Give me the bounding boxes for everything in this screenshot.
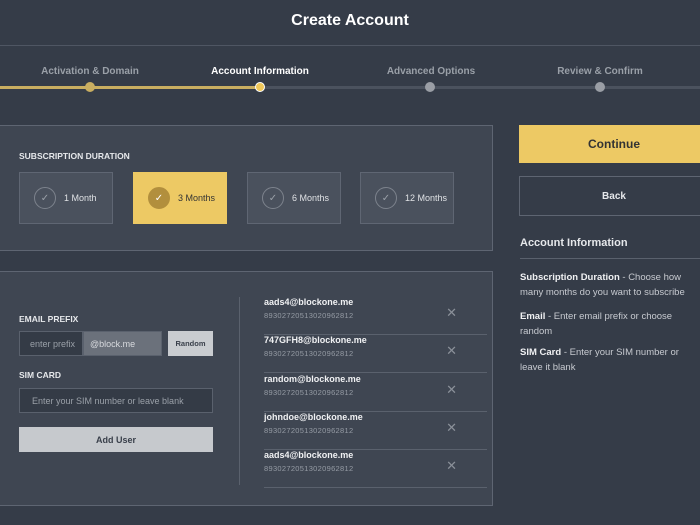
domain-suffix: @block.me: [83, 331, 162, 356]
back-button[interactable]: Back: [519, 176, 700, 216]
remove-icon[interactable]: ✕: [446, 458, 457, 474]
continue-button[interactable]: Continue: [519, 125, 700, 163]
help-email: Email - Enter email prefix or choose ran…: [520, 309, 700, 339]
remove-icon[interactable]: ✕: [446, 343, 457, 359]
duration-label: 12 Months: [405, 193, 448, 203]
user-list-item: 747GFH8@blockone.me 89302720513020962812 ✕: [264, 335, 487, 373]
remove-icon[interactable]: ✕: [446, 382, 457, 398]
help-term: SIM Card: [520, 347, 562, 358]
duration-label: 3 Months: [178, 193, 216, 203]
email-prefix-input[interactable]: enter prefix: [19, 331, 83, 356]
user-list-item: aads4@blockone.me 89302720513020962812 ✕: [264, 450, 487, 488]
duration-1-month[interactable]: ✓ 1 Month: [19, 172, 113, 224]
user-list-item: johndoe@blockone.me 89302720513020962812 ✕: [264, 412, 487, 450]
duration-6-months[interactable]: ✓ 6 Months: [247, 172, 341, 224]
duration-3-months[interactable]: ✓ 3 Months: [133, 172, 227, 224]
step-dot-current: [255, 82, 265, 92]
step-review-confirm[interactable]: Review & Confirm: [520, 66, 680, 77]
email-prefix-label: EMAIL PREFIX: [19, 314, 79, 324]
sim-card-input[interactable]: Enter your SIM number or leave blank: [19, 388, 213, 413]
user-list-item: random@blockone.me 89302720513020962812 ✕: [264, 374, 487, 412]
help-term: Email: [520, 311, 546, 322]
step-dot: [85, 82, 95, 92]
check-icon: ✓: [148, 187, 170, 209]
help-title: Account Information: [520, 237, 628, 249]
random-button[interactable]: Random: [168, 331, 213, 356]
step-dot: [425, 82, 435, 92]
step-advanced-options[interactable]: Advanced Options: [351, 66, 511, 77]
add-user-button[interactable]: Add User: [19, 427, 213, 452]
help-term: Subscription Duration: [520, 272, 620, 283]
step-dot: [595, 82, 605, 92]
duration-label: 6 Months: [292, 193, 330, 203]
check-icon: ✓: [262, 187, 284, 209]
step-activation-domain[interactable]: Activation & Domain: [10, 66, 170, 77]
sim-card-label: SIM CARD: [19, 370, 62, 380]
remove-icon[interactable]: ✕: [446, 420, 457, 436]
check-icon: ✓: [375, 187, 397, 209]
subscription-label: SUBSCRIPTION DURATION: [19, 151, 130, 161]
help-sim-card: SIM Card - Enter your SIM number or leav…: [520, 345, 700, 375]
user-list-item: aads4@blockone.me 89302720513020962812 ✕: [264, 297, 487, 335]
duration-12-months[interactable]: ✓ 12 Months: [360, 172, 454, 224]
progress-fill: [0, 86, 260, 89]
step-account-information[interactable]: Account Information: [180, 66, 340, 77]
remove-icon[interactable]: ✕: [446, 305, 457, 321]
page-title: Create Account: [291, 12, 409, 29]
column-divider: [239, 297, 240, 485]
check-icon: ✓: [34, 187, 56, 209]
divider: [0, 45, 700, 46]
divider: [520, 258, 700, 259]
help-subscription: Subscription Duration - Choose how many …: [520, 270, 700, 300]
duration-label: 1 Month: [64, 193, 97, 203]
